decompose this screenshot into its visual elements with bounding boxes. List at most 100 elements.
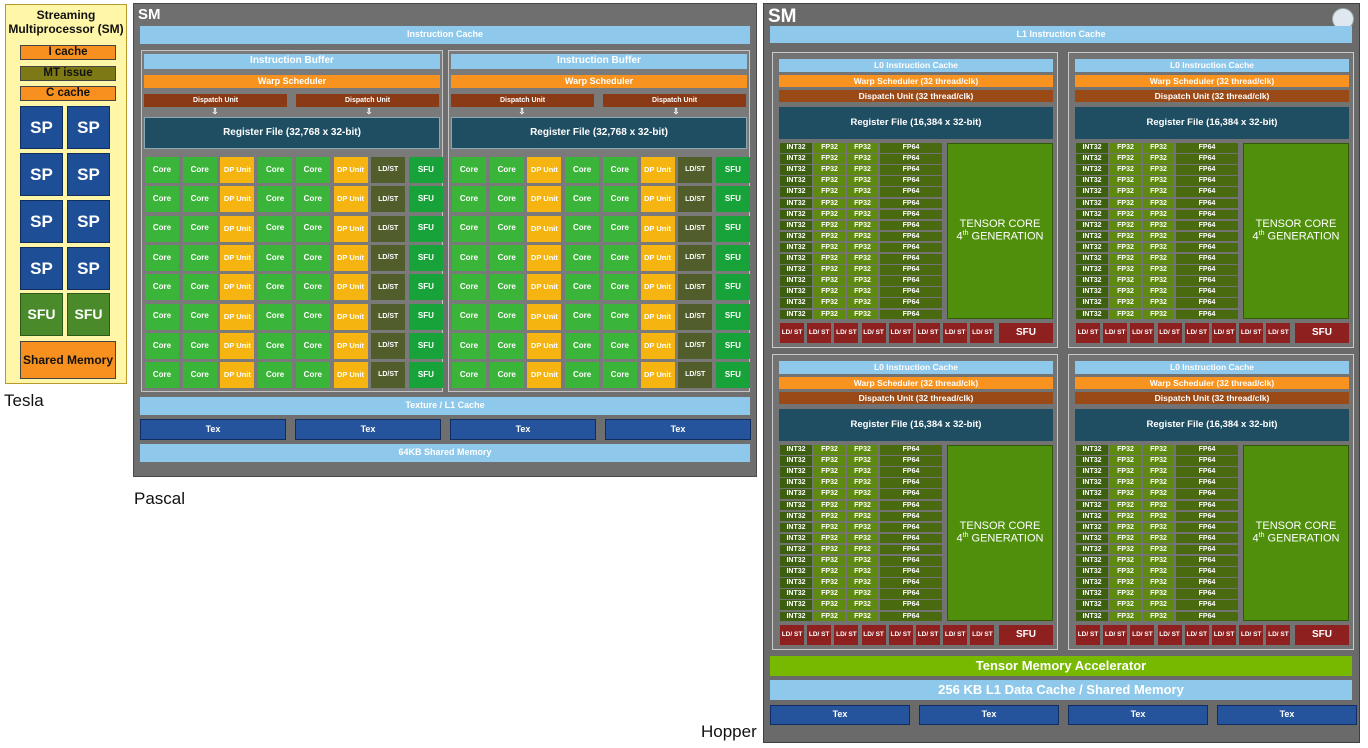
pascal-core: Core (258, 332, 293, 359)
pascal-core: Core (452, 215, 486, 242)
pascal-dp-unit: DP Unit (333, 157, 368, 183)
hopper-ldst-unit: LD/ ST (916, 625, 940, 645)
hopper-ldst-unit: LD/ ST (1212, 323, 1236, 343)
hopper-int32-unit: INT32 (780, 522, 812, 533)
pascal-core: Core (602, 244, 637, 271)
hopper-int32-unit: INT32 (780, 287, 812, 297)
pascal-dispatch-unit: Dispatch Unit (603, 94, 746, 107)
tesla-icache: I cache (20, 45, 116, 60)
pascal-core: Core (602, 303, 637, 330)
hopper-fp32-unit: FP32 (847, 220, 878, 231)
pascal-dp-unit: DP Unit (640, 186, 675, 213)
hopper-fp32-unit: FP32 (1143, 176, 1174, 186)
hopper-tex-unit: Tex (1068, 705, 1208, 725)
hopper-int32-unit: INT32 (1076, 511, 1108, 522)
hopper-fp64-unit: FP64 (880, 165, 942, 175)
hopper-int32-unit: INT32 (780, 165, 812, 175)
pascal-dp-unit: DP Unit (527, 186, 562, 213)
hopper-fp64-unit: FP64 (880, 611, 942, 621)
tesla-sp-unit: SP (20, 153, 63, 196)
hopper-fp32-unit: FP32 (1143, 489, 1174, 499)
tesla-sm-diagram: Streaming Multiprocessor (SM) I cache MT… (5, 4, 127, 384)
pascal-dp-unit: DP Unit (527, 215, 562, 242)
hopper-fp32-unit: FP32 (847, 611, 878, 621)
hopper-fp64-unit: FP64 (880, 600, 942, 610)
pascal-core: Core (258, 303, 293, 330)
hopper-fp32-unit: FP32 (1143, 556, 1174, 566)
pascal-core: Core (565, 186, 600, 213)
pascal-core: Core (182, 332, 217, 359)
hopper-int32-unit: INT32 (1076, 265, 1108, 275)
hopper-sfu: SFU (999, 323, 1053, 343)
hopper-fp32-unit: FP32 (1143, 600, 1174, 610)
tesla-sfu-unit: SFU (20, 293, 63, 336)
tesla-sp-unit: SP (67, 200, 110, 243)
pascal-ldst-unit: LD/ST (678, 186, 713, 213)
hopper-ldst-unit: LD/ ST (1239, 323, 1264, 343)
caption-hopper: Hopper (701, 722, 757, 741)
hopper-fp32-unit: FP32 (814, 522, 845, 533)
hopper-fp32-unit: FP32 (1143, 220, 1174, 231)
hopper-fp64-unit: FP64 (1176, 589, 1238, 599)
pascal-sfu: SFU (408, 244, 443, 271)
pascal-tex-unit: Tex (140, 419, 286, 440)
pascal-dp-unit: DP Unit (333, 215, 368, 242)
pascal-ldst-unit: LD/ST (371, 157, 406, 183)
pascal-core: Core (565, 215, 600, 242)
hopper-fp32-unit: FP32 (814, 287, 845, 297)
pascal-ldst-unit: LD/ST (678, 157, 713, 183)
hopper-int32-unit: INT32 (1076, 456, 1108, 466)
hopper-fp32-unit: FP32 (1143, 578, 1174, 588)
pascal-ldst-unit: LD/ST (371, 244, 406, 271)
hopper-fp64-unit: FP64 (880, 198, 942, 208)
pascal-dp-unit: DP Unit (640, 244, 675, 271)
pascal-partition: Instruction Buffer Warp Scheduler Dispatch… (448, 50, 750, 392)
pascal-core: Core (182, 215, 217, 242)
hopper-int32-unit: INT32 (1076, 533, 1108, 544)
hopper-int32-unit: INT32 (1076, 467, 1108, 477)
hopper-fp32-unit: FP32 (847, 567, 878, 577)
hopper-fp32-unit: FP32 (847, 287, 878, 297)
hopper-fp32-unit: FP32 (1110, 265, 1141, 275)
hopper-l0-instruction-cache: L0 Instruction Cache (779, 361, 1053, 374)
hopper-ldst-unit: LD/ ST (970, 323, 995, 343)
pascal-dp-unit: DP Unit (527, 362, 562, 389)
tesla-sp-unit: SP (67, 247, 110, 290)
hopper-sfu: SFU (1295, 625, 1349, 645)
pascal-core: Core (145, 244, 179, 271)
pascal-core: Core (565, 332, 600, 359)
hopper-fp32-unit: FP32 (847, 254, 878, 264)
pascal-core: Core (602, 332, 637, 359)
pascal-dp-unit: DP Unit (220, 244, 255, 271)
hopper-fp32-unit: FP32 (1143, 276, 1174, 286)
hopper-fp32-unit: FP32 (1143, 478, 1174, 488)
pascal-core: Core (145, 303, 179, 330)
hopper-fp64-unit: FP64 (880, 544, 942, 555)
hopper-fp32-unit: FP32 (1143, 165, 1174, 175)
pascal-dispatch-unit: Dispatch Unit (451, 94, 594, 107)
hopper-ldst-unit: LD/ ST (1184, 625, 1209, 645)
hopper-fp64-unit: FP64 (880, 220, 942, 231)
hopper-fp32-unit: FP32 (1110, 533, 1141, 544)
pascal-ldst-unit: LD/ST (678, 274, 713, 301)
hopper-ldst-unit: LD/ ST (834, 625, 859, 645)
pascal-dp-unit: DP Unit (527, 332, 562, 359)
pascal-dp-unit: DP Unit (220, 157, 255, 183)
hopper-warp-scheduler: Warp Scheduler (32 thread/clk) (1075, 377, 1349, 389)
hopper-fp32-unit: FP32 (1143, 500, 1174, 510)
pascal-dp-unit: DP Unit (220, 274, 255, 301)
hopper-fp64-unit: FP64 (1176, 165, 1238, 175)
pascal-core: Core (489, 244, 524, 271)
hopper-int32-unit: INT32 (780, 589, 812, 599)
pascal-core: Core (565, 274, 600, 301)
hopper-fp32-unit: FP32 (814, 165, 845, 175)
tensor-core-generation: 4th GENERATION (1253, 230, 1340, 243)
hopper-tensor-core: TENSOR CORE 4th GENERATION (1243, 143, 1349, 319)
hopper-fp32-unit: FP32 (1143, 254, 1174, 264)
pascal-dp-unit: DP Unit (640, 362, 675, 389)
pascal-core: Core (489, 274, 524, 301)
hopper-fp32-unit: FP32 (814, 578, 845, 588)
hopper-int32-unit: INT32 (780, 176, 812, 186)
hopper-fp32-unit: FP32 (814, 478, 845, 488)
hopper-fp64-unit: FP64 (1176, 276, 1238, 286)
